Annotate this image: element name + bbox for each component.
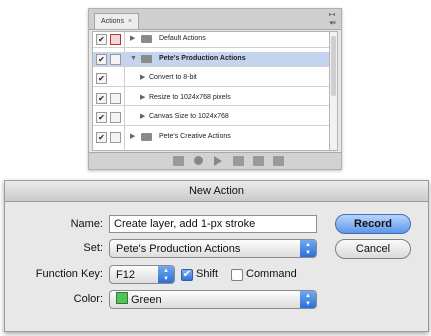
action-set-row[interactable]: ✔ ▶ Default Actions [93,32,331,48]
action-label: Canvas Size to 1024x768 [149,113,229,121]
play-icon[interactable] [214,156,222,166]
toggle-item-checkbox[interactable]: ✔ [96,34,107,45]
shift-label: Shift [196,268,219,280]
expand-triangle-icon[interactable]: ▶ [130,133,135,141]
panel-menu-icon[interactable]: ▾≡ [329,19,336,27]
function-key-select[interactable]: F12 ▲ ▼ [109,265,175,284]
action-row[interactable]: ✔ ▶ Canvas Size to 1024x768 [93,110,331,126]
new-action-icon[interactable] [253,156,264,166]
actions-list: ✔ ▶ Default Actions ✔ ▼ Pete's Productio… [92,31,332,151]
folder-icon [141,35,152,43]
select-arrows-icon: ▲ ▼ [300,291,316,308]
record-icon[interactable] [194,156,203,165]
shift-checkbox[interactable]: ✔ [181,269,193,281]
select-arrows-icon: ▲ ▼ [300,240,316,257]
expand-triangle-icon[interactable]: ▶ [140,113,145,121]
action-row[interactable]: ✔ ▶ Convert to 8-bit [93,71,331,87]
action-row[interactable]: ✔ ▶ Resize to 1024x768 pixels [93,91,331,107]
color-select[interactable]: Green ▲ ▼ [109,290,317,309]
actions-tab[interactable]: Actions × [94,13,140,29]
toggle-dialog-icon[interactable] [110,92,121,104]
actions-scrollbar[interactable] [329,31,338,151]
collapse-triangle-icon[interactable]: ▼ [130,55,137,63]
name-label: Name: [70,218,103,230]
color-label: Color: [73,293,103,305]
trash-icon[interactable] [273,156,284,166]
toggle-item-checkbox[interactable]: ✔ [96,92,107,104]
expand-triangle-icon[interactable]: ▶ [130,35,135,43]
toggle-dialog-icon[interactable] [110,34,121,45]
name-input[interactable] [109,215,317,233]
toggle-item-checkbox[interactable]: ✔ [96,73,107,85]
action-label: Convert to 8-bit [149,74,197,82]
record-button[interactable]: Record [335,214,411,234]
actions-panel: Actions × ▸◂ ▾≡ ✔ ▶ Default Actions ✔ ▼ P… [88,8,342,170]
cancel-button[interactable]: Cancel [335,239,411,259]
toggle-item-checkbox[interactable]: ✔ [96,53,107,65]
function-key-value: F12 [116,269,135,281]
action-set-label: Pete's Production Actions [159,54,246,62]
toggle-item-checkbox[interactable]: ✔ [96,112,107,124]
new-action-dialog: New Action Name: Set: Pete's Production … [4,180,429,332]
set-value: Pete's Production Actions [116,243,241,255]
action-label: Resize to 1024x768 pixels [149,93,231,101]
actions-toolbar [89,152,341,169]
toggle-dialog-icon[interactable] [110,132,121,143]
stop-icon[interactable] [173,156,184,166]
toggle-dialog-icon[interactable] [110,112,121,124]
toggle-item-checkbox[interactable]: ✔ [96,132,107,143]
expand-triangle-icon[interactable]: ▶ [140,94,145,102]
command-checkbox[interactable] [231,269,243,281]
action-set-row[interactable]: ✔ ▼ Pete's Production Actions [93,51,331,68]
folder-icon [141,133,152,141]
dialog-title: New Action [5,181,428,202]
panel-header: Actions × ▸◂ ▾≡ [89,9,341,30]
expand-triangle-icon[interactable]: ▶ [140,74,145,82]
tab-close-icon[interactable]: × [128,18,132,25]
scroll-thumb[interactable] [331,36,336,96]
action-set-row[interactable]: ✔ ▶ Pete's Creative Actions [93,130,331,145]
select-arrows-icon: ▲ ▼ [158,266,174,283]
color-value: Green [131,294,162,306]
command-label: Command [246,268,297,280]
panel-collapse-icon[interactable]: ▸◂ [329,11,335,18]
actions-tab-label: Actions [101,18,124,25]
set-select[interactable]: Pete's Production Actions ▲ ▼ [109,239,317,258]
function-key-label: Function Key: [35,268,103,280]
green-swatch-icon [116,292,128,304]
set-label: Set: [83,242,103,254]
action-set-label: Default Actions [159,35,206,42]
new-set-folder-icon[interactable] [233,156,244,166]
action-set-label: Pete's Creative Actions [159,133,231,140]
toggle-dialog-icon[interactable] [110,53,121,65]
folder-icon [141,54,152,63]
